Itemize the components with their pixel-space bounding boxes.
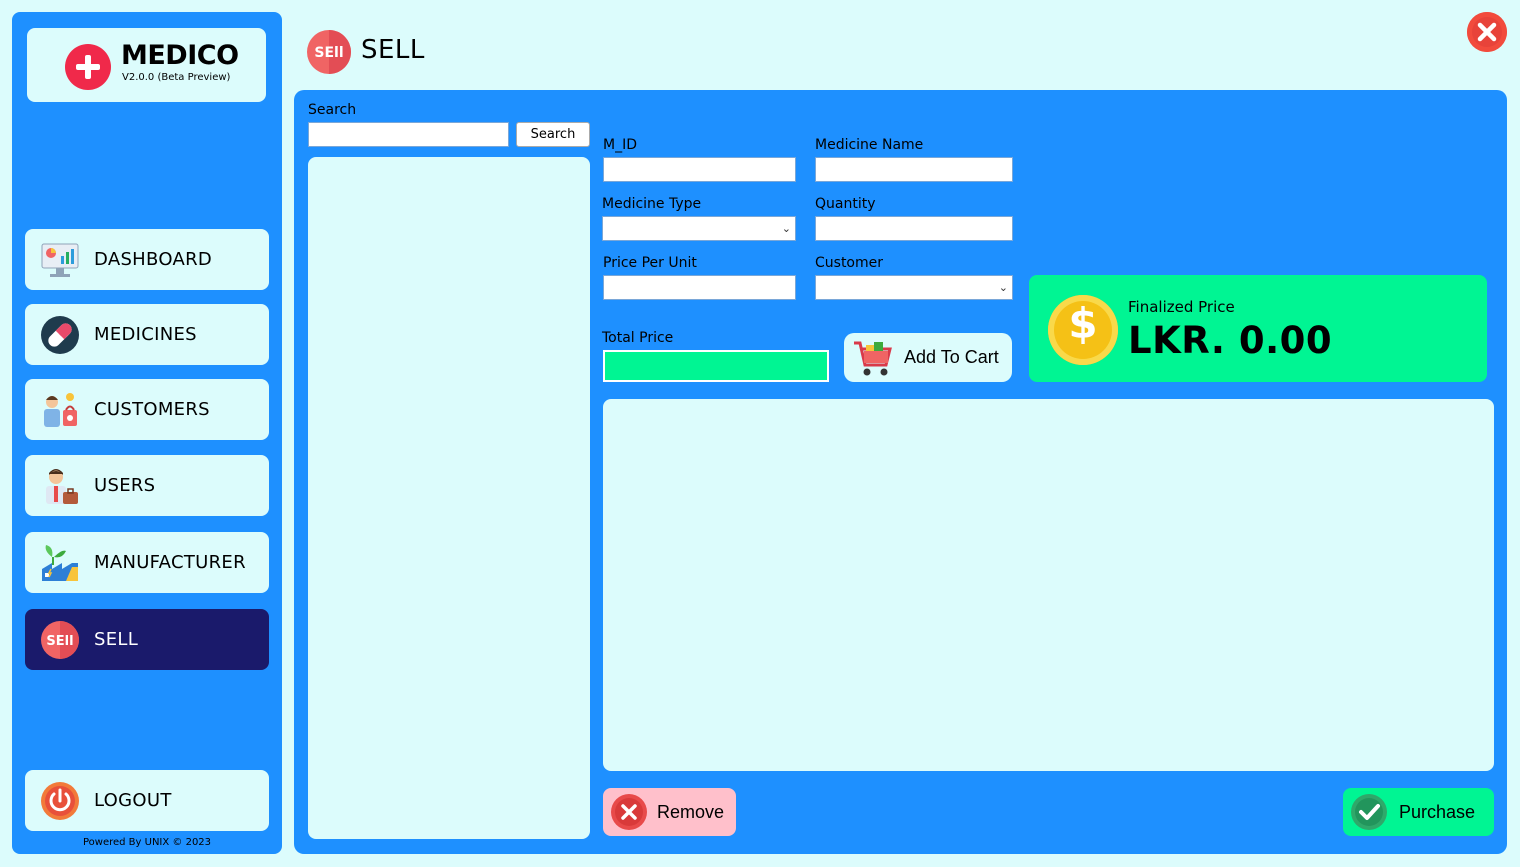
chevron-down-icon: ⌄ bbox=[998, 281, 1008, 294]
page-title: SELL bbox=[361, 35, 425, 65]
coin-icon: $ bbox=[1048, 295, 1118, 365]
cart-icon bbox=[854, 341, 892, 376]
finalized-price-value: LKR. 0.00 bbox=[1128, 319, 1333, 362]
sidebar-item-label: DASHBOARD bbox=[94, 249, 213, 270]
quantity-label: Quantity bbox=[815, 196, 876, 212]
chevron-down-icon: ⌄ bbox=[781, 222, 791, 235]
footer-credit: Powered By UNIX © 2023 bbox=[82, 837, 212, 848]
total-price-field[interactable] bbox=[603, 350, 829, 382]
close-button[interactable] bbox=[1467, 12, 1507, 52]
purchase-button[interactable]: Purchase bbox=[1343, 788, 1494, 836]
purchase-label: Purchase bbox=[1399, 802, 1476, 822]
add-to-cart-button[interactable]: Add To Cart bbox=[844, 333, 1012, 382]
svg-text:SEll: SEll bbox=[46, 634, 73, 649]
search-button[interactable]: Search bbox=[516, 122, 590, 147]
sidebar-item-label: SELL bbox=[94, 629, 139, 650]
close-icon bbox=[1467, 12, 1507, 52]
customer-label: Customer bbox=[815, 255, 884, 271]
m-id-field[interactable] bbox=[603, 157, 796, 182]
sidebar: MEDICO V2.0.0 (Beta Preview) DASHBOARD M… bbox=[12, 12, 282, 854]
dashboard-icon bbox=[41, 243, 79, 277]
cart-table[interactable] bbox=[603, 399, 1494, 771]
sidebar-item-label: CUSTOMERS bbox=[94, 399, 210, 420]
sell-panel: Search Search M_ID Medicine Name Medicin… bbox=[294, 90, 1507, 854]
remove-icon bbox=[611, 794, 647, 830]
sell-icon: SEll bbox=[41, 621, 79, 659]
sidebar-item-dashboard[interactable]: DASHBOARD bbox=[25, 229, 269, 290]
total-price-label: Total Price bbox=[602, 330, 674, 346]
price-per-unit-label: Price Per Unit bbox=[603, 255, 697, 271]
medical-cross-icon bbox=[65, 44, 111, 90]
add-to-cart-label: Add To Cart bbox=[904, 347, 999, 367]
sidebar-item-customers[interactable]: CUSTOMERS bbox=[25, 379, 269, 440]
remove-label: Remove bbox=[657, 802, 725, 822]
sidebar-item-medicines[interactable]: MEDICINES bbox=[25, 304, 269, 365]
medicine-type-label: Medicine Type bbox=[602, 196, 702, 212]
finalized-price-label: Finalized Price bbox=[1128, 298, 1235, 316]
medicine-type-select[interactable]: ⌄ bbox=[602, 216, 796, 241]
price-per-unit-field[interactable] bbox=[603, 275, 796, 300]
customer-select[interactable]: ⌄ bbox=[815, 275, 1013, 300]
finalized-price-card: $ Finalized Price LKR. 0.00 bbox=[1029, 275, 1487, 382]
sidebar-item-users[interactable]: USERS bbox=[25, 455, 269, 516]
m-id-label: M_ID bbox=[603, 137, 637, 153]
logout-button[interactable]: LOGOUT bbox=[25, 770, 269, 831]
user-icon bbox=[46, 469, 78, 504]
medicine-name-label: Medicine Name bbox=[815, 137, 924, 153]
search-input[interactable] bbox=[308, 122, 509, 147]
search-label: Search bbox=[308, 102, 357, 118]
sidebar-item-label: MANUFACTURER bbox=[94, 552, 246, 573]
power-icon bbox=[41, 782, 79, 820]
app-version: V2.0.0 (Beta Preview) bbox=[122, 72, 231, 83]
pill-icon bbox=[41, 316, 79, 354]
logout-label: LOGOUT bbox=[94, 790, 172, 811]
sidebar-item-manufacturer[interactable]: MANUFACTURER bbox=[25, 532, 269, 593]
sidebar-item-label: MEDICINES bbox=[94, 324, 197, 345]
remove-button[interactable]: Remove bbox=[603, 788, 736, 836]
sidebar-item-label: USERS bbox=[94, 475, 156, 496]
brand-card: MEDICO V2.0.0 (Beta Preview) bbox=[27, 28, 266, 102]
sell-icon: SEll bbox=[307, 30, 351, 74]
customers-icon bbox=[44, 393, 77, 427]
svg-text:SEll: SEll bbox=[314, 45, 343, 61]
quantity-field[interactable] bbox=[815, 216, 1013, 241]
medicine-list[interactable] bbox=[308, 157, 590, 839]
factory-icon bbox=[42, 545, 78, 581]
sidebar-item-sell[interactable]: SEll SELL bbox=[25, 609, 269, 670]
app-name: MEDICO bbox=[121, 40, 239, 71]
medicine-name-field[interactable] bbox=[815, 157, 1013, 182]
checkmark-icon bbox=[1351, 794, 1387, 830]
